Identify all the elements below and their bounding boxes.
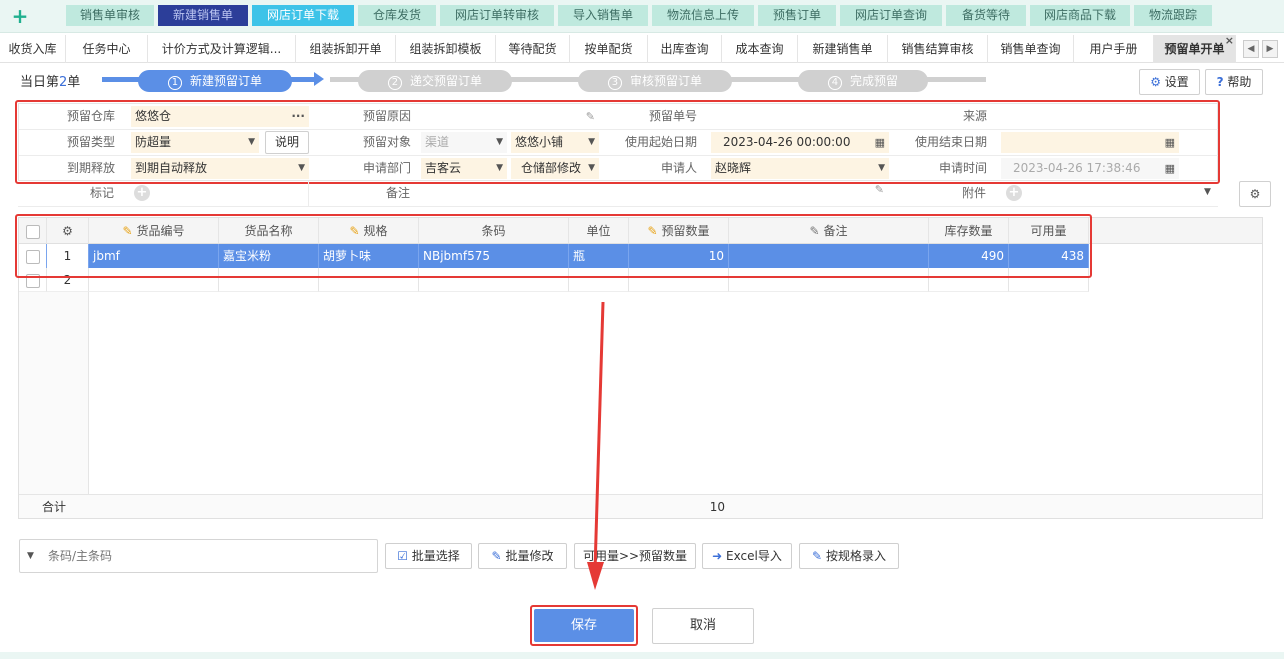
excel-import-label: Excel导入 [726,549,782,563]
today-prefix: 当日第 [20,75,60,90]
form-settings-button[interactable]: ⚙ [1239,181,1271,207]
add-icon[interactable]: + [10,5,30,27]
add-mark-icon[interactable]: + [134,185,150,201]
mark-label: 标记 [89,186,114,200]
tab-bar: 收货入库 任务中心 计价方式及计算逻辑... 组装拆卸开单 组装拆卸模板 等待配… [0,34,1284,63]
batch-select-label: 批量选择 [411,549,460,563]
checkbox-icon: ☑ [397,549,408,563]
chevron-right-icon[interactable]: ▶ [1262,40,1278,58]
table-highlight-box [15,214,1092,278]
step-1-number: 1 [167,76,182,90]
tab-order-picking[interactable]: 按单配货 [570,35,648,63]
annotation-arrow-head [587,562,604,590]
tab-reserve-order-label: 预留单开单 [1164,42,1225,56]
nav-logistics-upload[interactable]: 物流信息上传 [652,5,754,26]
batch-edit-label: 批量修改 [505,549,554,563]
excel-import-button[interactable]: ➜ Excel导入 [702,543,792,569]
settings-label: 设置 [1164,75,1189,89]
batch-edit-button[interactable]: ✎ 批量修改 [478,543,567,569]
tab-waiting-picking[interactable]: 等待配货 [496,35,570,63]
cancel-button[interactable]: 取消 [652,608,754,644]
save-button[interactable]: 保存 [534,609,634,642]
add-attachment-icon[interactable]: + [1006,185,1022,201]
step-3-number: 3 [607,76,622,90]
nav-stock-waiting[interactable]: 备货等待 [946,5,1026,26]
spec-entry-button[interactable]: ✎ 按规格录入 [799,543,899,569]
spec-entry-label: 按规格录入 [825,549,886,563]
tab-assembly-order[interactable]: 组装拆卸开单 [296,35,396,63]
chevron-down-icon[interactable]: ▼ [1204,187,1211,197]
nav-import-sales[interactable]: 导入销售单 [558,5,648,26]
batch-select-button[interactable]: ☑ 批量选择 [385,543,472,569]
tab-pricing-logic[interactable]: 计价方式及计算逻辑... [148,35,296,63]
annotation-arrow-line [593,301,605,571]
nav-online-goods-download[interactable]: 网店商品下载 [1030,5,1130,26]
chevron-down-icon[interactable]: ▼ [27,551,34,561]
step-1-label: 新建预留订单 [189,74,262,88]
tab-sales-settlement[interactable]: 销售结算审核 [888,35,988,63]
today-count: 当日第2单 [20,71,80,90]
remark-field[interactable]: ✎ [420,183,888,204]
tab-assembly-template[interactable]: 组装拆卸模板 [396,35,496,63]
step-4-number: 4 [827,76,842,90]
total-qty: 10 [709,500,725,514]
form-highlight-box [15,100,1220,184]
divider [308,181,309,207]
tab-task-center[interactable]: 任务中心 [66,35,148,63]
step-1: 1 新建预留订单 [138,70,292,92]
nav-presale-orders[interactable]: 预售订单 [758,5,836,26]
chevron-left-icon[interactable]: ◀ [1243,40,1259,58]
bottom-strip [0,652,1284,659]
step-arrow-icon [314,72,324,86]
help-icon: ? [1216,75,1224,89]
barcode-search[interactable]: ▼ [19,539,378,573]
totals-row: 合计 10 [19,494,1262,518]
import-icon: ➜ [712,549,723,563]
tab-sales-query[interactable]: 销售单查询 [988,35,1074,63]
help-button[interactable]: ? 帮助 [1205,69,1263,95]
index-column-filler [19,292,89,494]
today-suffix: 单 [67,75,81,90]
nav-warehouse-ship[interactable]: 仓库发货 [358,5,436,26]
tab-outbound-query[interactable]: 出库查询 [648,35,722,63]
tab-receiving[interactable]: 收货入库 [0,35,66,63]
edit-icon: ✎ [812,549,823,563]
barcode-input[interactable] [48,546,368,566]
step-3: 3 审核预留订单 [578,70,732,92]
nav-new-sales-order[interactable]: 新建销售单 [158,5,248,26]
nav-logistics-track[interactable]: 物流跟踪 [1134,5,1212,26]
step-4: 4 完成预留 [798,70,928,92]
close-icon[interactable]: × [1225,27,1234,55]
edit-icon[interactable]: ✎ [875,183,884,196]
header-filler [1089,218,1262,244]
remark-label: 备注 [385,186,410,200]
nav-sales-review[interactable]: 销售单审核 [66,5,154,26]
nav-online-order-query[interactable]: 网店订单查询 [840,5,942,26]
attach-label: 附件 [961,186,986,200]
help-label: 帮助 [1227,75,1252,89]
gear-icon: ⚙ [1249,187,1261,201]
tab-reserve-order[interactable]: 预留单开单 × [1154,34,1236,63]
top-nav: + 销售单审核 新建销售单 网店订单下载 仓库发货 网店订单转审核 导入销售单 … [0,0,1284,33]
step-2: 2 递交预留订单 [358,70,512,92]
step-2-number: 2 [387,76,402,90]
form-row-4: 标记 + 备注 ✎ 附件 + ▼ [18,181,1218,207]
edit-icon: ✎ [491,549,502,563]
annotation-arrow [587,301,605,590]
nav-online-order-to-review[interactable]: 网店订单转审核 [440,5,554,26]
tab-new-sales-order[interactable]: 新建销售单 [798,35,888,63]
settings-button[interactable]: ⚙ 设置 [1139,69,1200,95]
tab-cost-query[interactable]: 成本查询 [722,35,798,63]
total-label: 合计 [41,500,66,514]
gear-icon: ⚙ [1150,75,1161,89]
step-2-label: 递交预留订单 [409,74,482,88]
step-3-label: 审核预留订单 [629,74,702,88]
tab-user-manual[interactable]: 用户手册 [1074,35,1154,63]
step-4-label: 完成预留 [849,74,898,88]
nav-online-order-download[interactable]: 网店订单下载 [252,5,354,26]
